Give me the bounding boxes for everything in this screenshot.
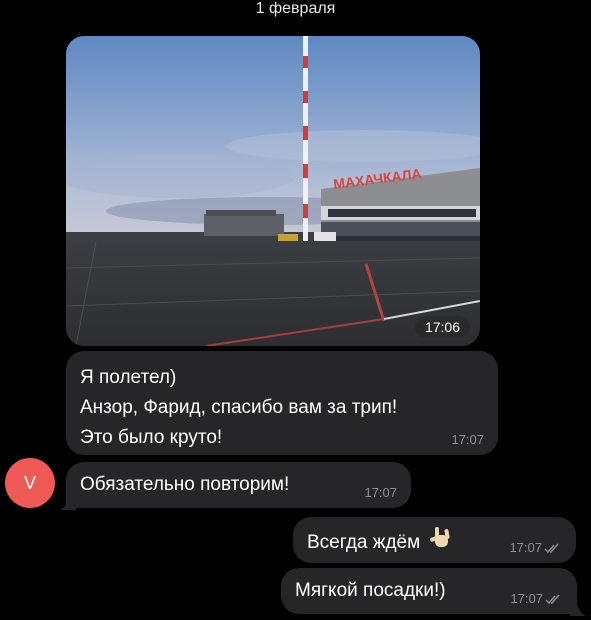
- message-timestamp: 17:07: [364, 485, 397, 500]
- message-bubble[interactable]: Мягкой посадки!) 17:07: [281, 568, 577, 614]
- message-line: Я полетел): [80, 367, 177, 388]
- double-check-icon: [544, 543, 559, 553]
- photo-message[interactable]: МАХАЧКАЛА 17:06: [66, 36, 480, 346]
- double-check-icon: [545, 594, 560, 604]
- message-bubble[interactable]: Обязательно повторим! 17:07: [66, 462, 411, 508]
- message-line: Это было круто!: [80, 427, 223, 448]
- message-timestamp: 17:07: [451, 432, 484, 447]
- message-text: Всегда ждём: [307, 532, 421, 554]
- airport-photo: МАХАЧКАЛА: [66, 36, 480, 346]
- bubble-tail: [570, 602, 586, 616]
- love-you-gesture-icon: [429, 525, 455, 561]
- message-text: Мягкой посадки!): [295, 580, 446, 601]
- message-timestamp: 17:07: [509, 540, 542, 555]
- date-separator: 1 февраля: [255, 0, 336, 17]
- message-bubble[interactable]: Всегда ждём 17:07: [293, 517, 576, 563]
- avatar[interactable]: V: [5, 458, 55, 508]
- message-line: Анзор, Фарид, спасибо вам за трип!: [80, 397, 398, 418]
- message-timestamp: 17:07: [510, 591, 543, 606]
- message-status: 17:07: [510, 592, 563, 606]
- avatar-letter: V: [23, 472, 36, 493]
- photo-timestamp: 17:06: [414, 316, 470, 338]
- message-text: Обязательно повторим!: [80, 474, 290, 495]
- message-status: 17:07: [509, 541, 562, 555]
- message-bubble[interactable]: Я полетел) Анзор, Фарид, спасибо вам за …: [66, 351, 498, 455]
